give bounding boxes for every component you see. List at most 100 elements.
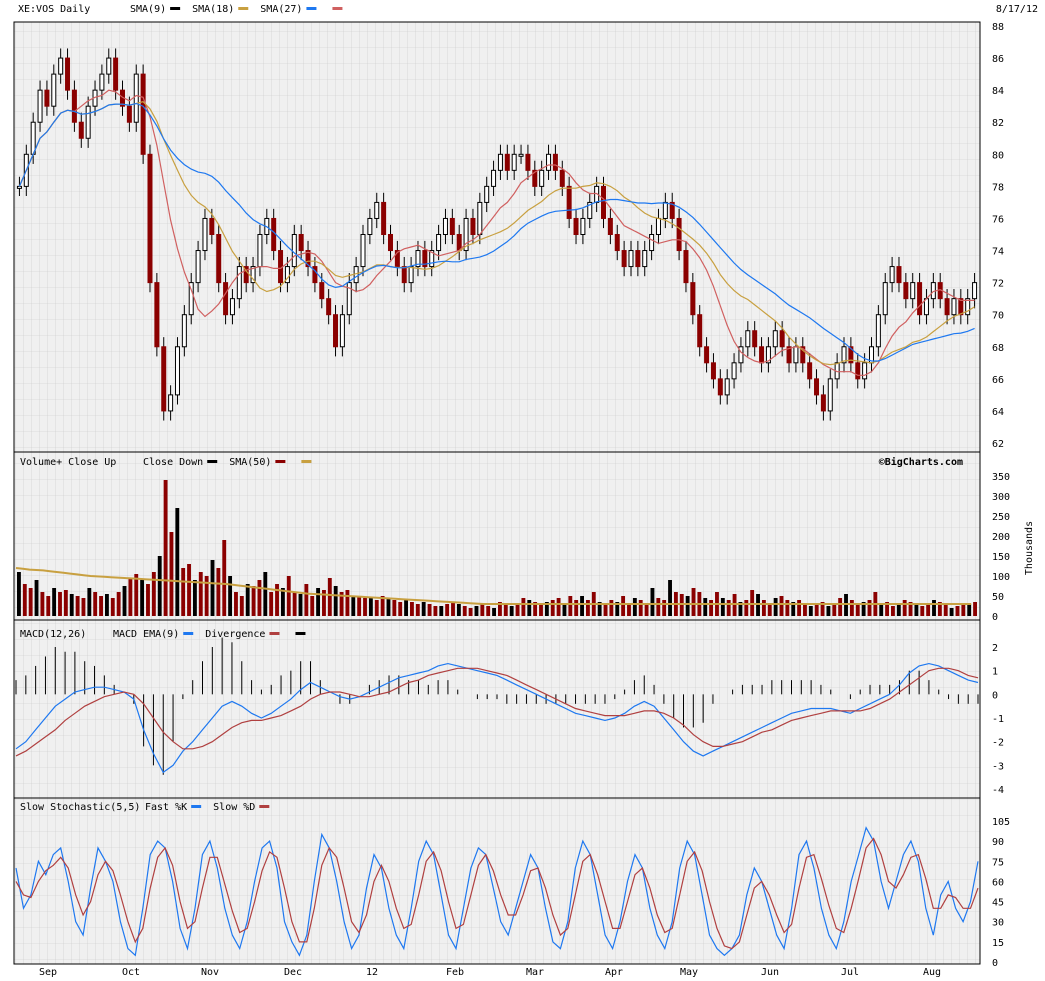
y-tick-label: -1 xyxy=(992,714,1004,725)
x-tick-label: May xyxy=(680,967,698,978)
volume-bar xyxy=(81,598,86,616)
volume-bar xyxy=(46,596,51,616)
volume-bar xyxy=(146,584,150,616)
volume-bar xyxy=(468,608,473,616)
volume-bar xyxy=(351,596,356,616)
volume-bar xyxy=(75,596,80,616)
y-tick-label: 64 xyxy=(992,407,1004,418)
candle-body xyxy=(374,201,380,219)
y-tick-label: 300 xyxy=(992,492,1010,503)
candle-body xyxy=(174,346,180,396)
volume-bar xyxy=(562,604,567,616)
volume-bar xyxy=(151,572,156,616)
candle-body xyxy=(717,378,723,396)
candle-body xyxy=(381,201,387,236)
volume-bar xyxy=(286,576,291,616)
candle-body xyxy=(621,250,627,268)
volume-bar xyxy=(650,588,655,616)
volume-bar xyxy=(17,572,21,616)
legend-swatch xyxy=(170,7,181,10)
candle-body xyxy=(552,153,558,171)
volume-bar xyxy=(40,592,45,616)
volume-bar xyxy=(814,604,819,616)
volume-bar xyxy=(627,604,631,616)
volume-bar xyxy=(310,596,315,616)
candle-body xyxy=(140,73,146,155)
volume-y-axis: 0 50 100 150 200 250 300 350 xyxy=(992,472,1010,623)
price-panel: 62 64 66 68 70 72 74 76 78 80 82 84 86 88 xyxy=(13,21,1004,453)
candle-body xyxy=(291,234,297,268)
x-tick-label: 12 xyxy=(366,967,378,978)
x-tick-label: Jul xyxy=(841,967,859,978)
volume-bar xyxy=(292,592,297,616)
x-tick-label: Oct xyxy=(122,967,140,978)
volume-bar xyxy=(456,604,461,616)
y-tick-label: 75 xyxy=(992,857,1004,868)
stochastic-panel: Slow Stochastic(5,5) Fast %K Slow %D 0 15 3… xyxy=(13,797,1010,969)
candle-body xyxy=(257,234,263,268)
watermark: ©BigCharts.com xyxy=(879,456,963,468)
volume-bar xyxy=(656,598,661,616)
candle-body xyxy=(807,362,813,380)
volume-bar xyxy=(826,606,831,616)
candle-body xyxy=(559,169,565,187)
volume-bar xyxy=(867,600,872,616)
x-tick-label: Mar xyxy=(526,967,544,978)
candle-body xyxy=(910,282,916,300)
volume-bar xyxy=(93,592,98,616)
y-tick-label: 350 xyxy=(992,472,1010,483)
volume-bar xyxy=(451,602,455,616)
volume-bar xyxy=(445,604,450,616)
candle-body xyxy=(504,153,510,171)
volume-bar xyxy=(386,598,391,616)
volume-bar xyxy=(539,604,543,616)
y-tick-label: 0 xyxy=(992,958,998,969)
candle-body xyxy=(759,346,765,364)
candle-body xyxy=(161,346,167,412)
candle-body xyxy=(724,378,730,396)
volume-bar xyxy=(398,602,403,616)
candle-body xyxy=(319,282,325,300)
candle-body xyxy=(573,217,579,235)
volume-bar xyxy=(943,604,948,616)
volume-bar xyxy=(503,604,508,616)
x-tick-label: Apr xyxy=(605,967,623,978)
candle-body xyxy=(106,57,112,75)
legend-swatch xyxy=(183,632,194,635)
y-tick-label: 70 xyxy=(992,311,1004,322)
candle-body xyxy=(58,57,64,75)
volume-bar xyxy=(269,592,274,616)
candle-body xyxy=(367,217,373,235)
volume-bar xyxy=(280,588,285,616)
candle-body xyxy=(209,217,215,235)
volume-bar xyxy=(726,600,731,616)
y-tick-label: 90 xyxy=(992,837,1004,848)
candle-body xyxy=(903,282,909,300)
volume-bar xyxy=(779,596,784,616)
volume-bar xyxy=(415,604,420,616)
volume-bar xyxy=(58,592,62,616)
legend-swatch xyxy=(238,7,249,10)
candle-body xyxy=(333,314,339,348)
volume-bar xyxy=(140,580,145,616)
volume-bar xyxy=(838,598,843,616)
volume-bar xyxy=(257,580,262,616)
volume-bar xyxy=(22,584,27,616)
volume-ylabel: Thousands xyxy=(1024,521,1035,575)
volume-bar xyxy=(632,598,637,616)
volume-bar xyxy=(967,604,972,616)
volume-bar xyxy=(368,598,373,616)
candle-body xyxy=(30,121,36,155)
y-tick-label: 2 xyxy=(992,643,998,654)
chart-header: XE:VOS Daily SMA(9) SMA(18) SMA(27) 8/17/1… xyxy=(18,4,1038,15)
y-tick-label: 150 xyxy=(992,552,1010,563)
volume-bar xyxy=(773,598,778,616)
header-legend: SMA(9) SMA(18) SMA(27) xyxy=(130,4,343,15)
volume-bar xyxy=(891,606,895,616)
volume-bar xyxy=(527,600,532,616)
volume-bar xyxy=(914,604,919,616)
volume-bar xyxy=(568,596,573,616)
volume-bar xyxy=(421,602,426,616)
legend-swatch xyxy=(259,805,270,808)
volume-bar xyxy=(609,600,614,616)
